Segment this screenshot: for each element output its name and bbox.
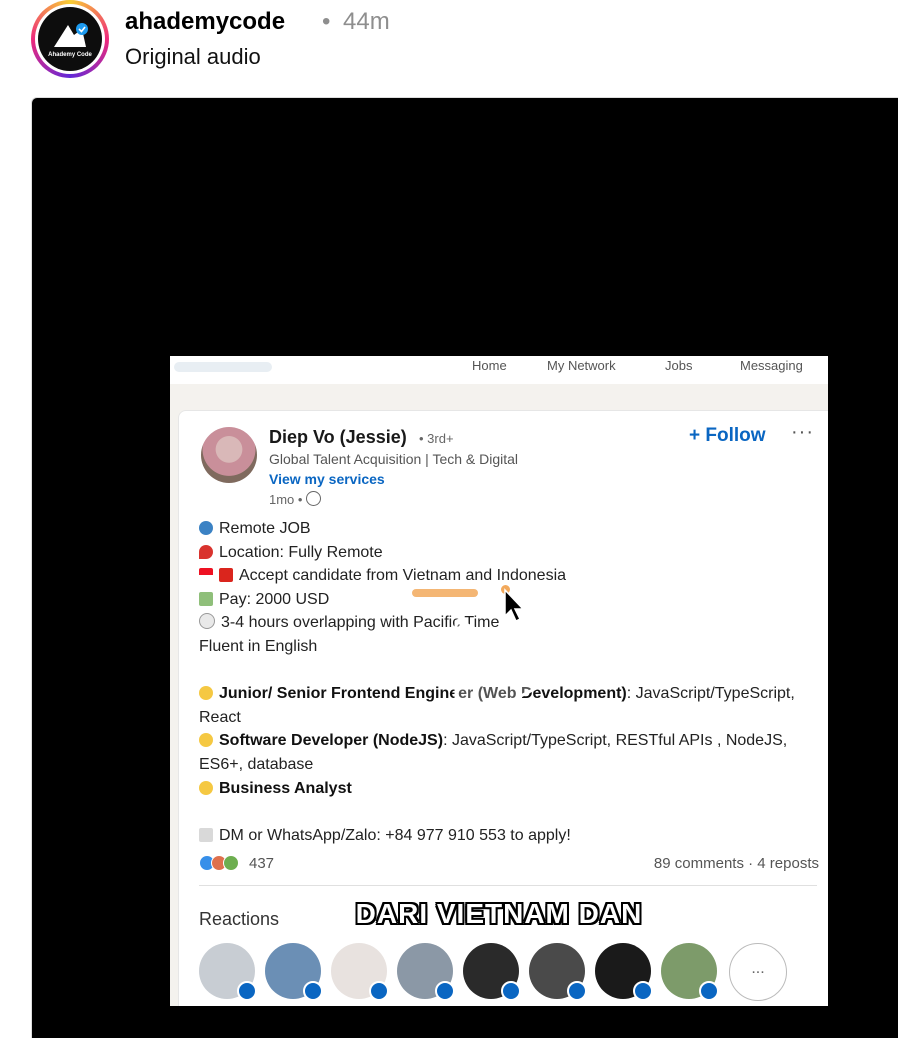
- reactor-avatar: [331, 943, 389, 1001]
- support-reaction-icon: [223, 855, 239, 871]
- audio-link[interactable]: Original audio: [125, 44, 261, 70]
- reactor-avatar: [529, 943, 587, 1001]
- post-age: 1mo •: [269, 491, 322, 507]
- play-icon: [454, 619, 562, 729]
- like-badge-icon: [633, 981, 653, 1001]
- search-bar: [174, 362, 272, 372]
- like-badge-icon: [567, 981, 587, 1001]
- reactor-avatar: [265, 943, 323, 1001]
- reactor-avatar: [463, 943, 521, 1001]
- nav-home: Home: [472, 358, 507, 373]
- post-time: 44m: [343, 8, 390, 35]
- post-line: ES6+, database: [199, 755, 314, 773]
- view-services-link: View my services: [269, 471, 385, 487]
- avatar-logo-text: Ahademy Code: [48, 52, 92, 58]
- more-reactors: ...: [729, 943, 787, 1001]
- reaction-icons: [199, 855, 239, 875]
- money-emoji-icon: [199, 591, 213, 606]
- flag-indonesia-icon: [199, 568, 213, 583]
- like-badge-icon: [303, 981, 323, 1001]
- pin-emoji-icon: [199, 544, 213, 559]
- reaction-count: 437: [249, 855, 275, 872]
- yellow-heart-icon: [199, 733, 213, 748]
- video-caption: DARI VIETNAM DAN: [355, 898, 643, 929]
- more-options-icon: ···: [791, 421, 814, 443]
- avatar-border: Ahademy Code: [35, 4, 105, 74]
- author-headline: Global Talent Acquisition | Tech & Digit…: [269, 451, 519, 467]
- video-frame: Home My Network Jobs Messaging Diep Vo (…: [170, 356, 828, 1006]
- post-line: Location: Fully Remote: [199, 541, 819, 565]
- yellow-heart-icon: [199, 780, 213, 795]
- separator-dot: •: [322, 8, 331, 35]
- reactor-avatar: [595, 943, 653, 1001]
- nav-jobs: Jobs: [665, 358, 693, 373]
- author-avatar: [201, 427, 257, 483]
- yellow-heart-icon: [199, 686, 213, 701]
- like-badge-icon: [435, 981, 455, 1001]
- nav-my-network: My Network: [547, 358, 616, 373]
- flag-vietnam-icon: [219, 568, 233, 583]
- avatar-image: Ahademy Code: [38, 7, 102, 71]
- nav-messaging: Messaging: [740, 358, 803, 373]
- highlight-stroke: [412, 589, 478, 597]
- like-badge-icon: [369, 981, 389, 1001]
- follow-button: + Follow: [689, 425, 766, 446]
- post-line: Business Analyst: [199, 777, 819, 801]
- post-line: Remote JOB: [199, 517, 819, 541]
- post-age-text: 1mo •: [269, 492, 303, 507]
- envelope-emoji-icon: [199, 827, 213, 842]
- username-link[interactable]: ahademycode: [125, 8, 285, 36]
- post-line: Accept candidate from Vietnam and Indone…: [199, 564, 819, 588]
- linkedin-nav-bar: Home My Network Jobs Messaging: [170, 356, 828, 384]
- like-badge-icon: [501, 981, 521, 1001]
- globe-emoji-icon: [199, 521, 213, 535]
- like-badge-icon: [699, 981, 719, 1001]
- reactor-avatar: [199, 943, 257, 1001]
- profile-avatar[interactable]: Ahademy Code: [31, 0, 109, 78]
- comments-reposts: 89 comments · 4 reposts: [653, 855, 819, 872]
- connection-degree: • 3rd+: [419, 431, 454, 446]
- logo-icon: [54, 23, 88, 47]
- globe-icon: [306, 491, 322, 506]
- reactor-avatar: [661, 943, 719, 1001]
- post-line: DM or WhatsApp/Zalo: +84 977 910 553 to …: [199, 824, 819, 848]
- clock-emoji-icon: [199, 613, 215, 630]
- post-line-blank: [199, 800, 819, 824]
- reactions-summary: 437 89 comments · 4 reposts: [199, 855, 819, 877]
- like-badge-icon: [237, 981, 257, 1001]
- author-name: Diep Vo (Jessie): [269, 427, 407, 447]
- reactor-avatar: [397, 943, 455, 1001]
- divider: [199, 885, 817, 886]
